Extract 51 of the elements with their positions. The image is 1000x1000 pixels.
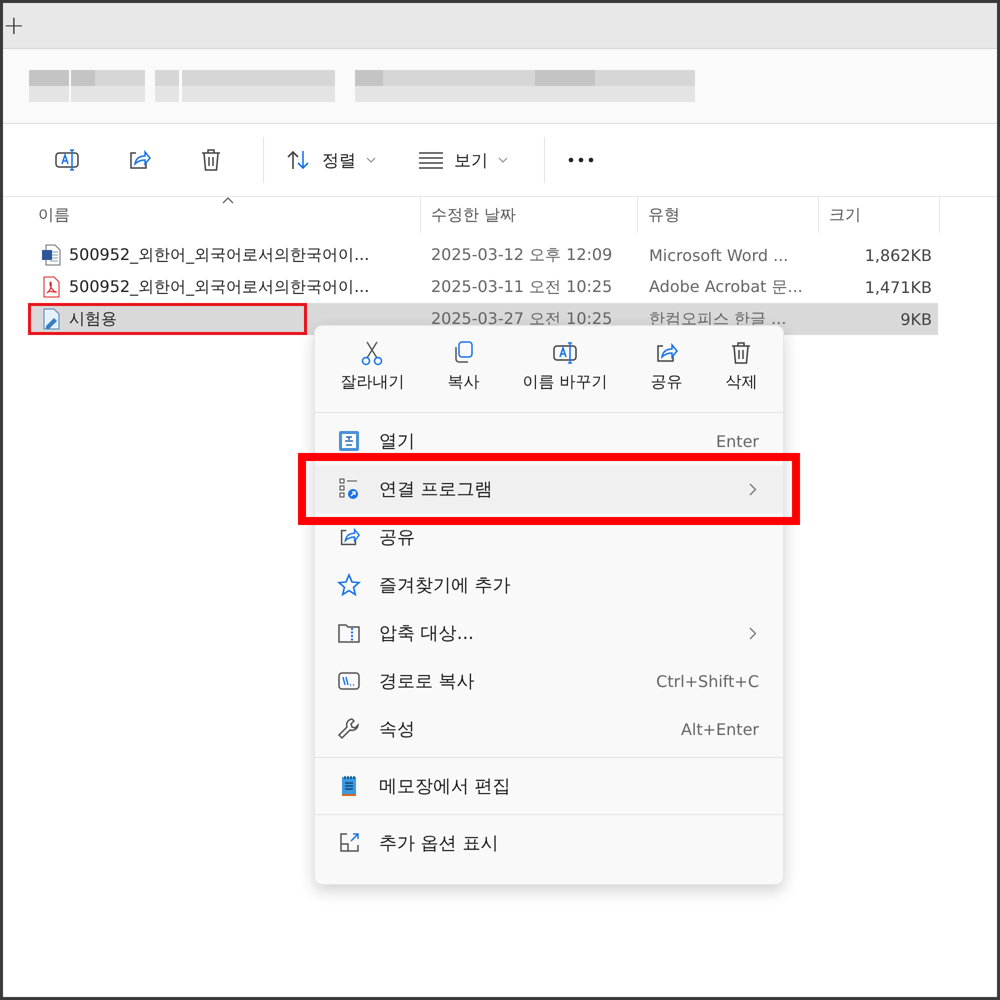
- sort-caret-icon: [222, 197, 234, 204]
- wrench-icon: [337, 717, 361, 741]
- copy-button[interactable]: 복사: [443, 340, 484, 412]
- menu-item[interactable]: 공유: [315, 513, 783, 561]
- menu-item[interactable]: 추가 옵션 표시: [315, 819, 783, 867]
- delete-button[interactable]: 삭제: [721, 340, 762, 412]
- sort-button[interactable]: 정렬: [272, 140, 390, 180]
- shortcut-text: Enter: [716, 432, 760, 450]
- file-name: 500952_외한어_외국어로서의한국어이...: [69, 244, 370, 266]
- date-cell: 2025-03-12 오후 12:09: [431, 244, 612, 266]
- caret-icon: [366, 157, 376, 163]
- size-cell: 9KB: [900, 310, 932, 328]
- list-icon: [418, 151, 444, 169]
- menu-item[interactable]: 경로로 복사 Ctrl+Shift+C: [315, 657, 783, 705]
- more-icon: [568, 157, 594, 163]
- date-cell: 2025-03-11 오전 10:25: [431, 276, 612, 298]
- file-row[interactable]: 500952_외한어_외국어로서의한국어이... 2025-03-12 오후 12:09 Microsoft Word ... 1,862KB: [28, 239, 938, 271]
- size-cell: 1,471KB: [864, 278, 932, 296]
- column-header[interactable]: 크기: [819, 197, 940, 233]
- column-header[interactable]: 유형: [638, 197, 819, 233]
- document-icon: [337, 429, 361, 453]
- rename-icon: [552, 340, 578, 366]
- menu-item[interactable]: 즐겨찾기에 추가: [315, 561, 783, 609]
- menu-item[interactable]: 속성 Alt+Enter: [315, 705, 783, 753]
- new-tab-button[interactable]: +: [3, 12, 25, 38]
- word-document-icon: [41, 244, 61, 266]
- pdf-document-icon: [41, 276, 61, 298]
- file-name: 시험용: [69, 308, 117, 330]
- menu-item[interactable]: 연결 프로그램: [315, 465, 783, 513]
- shortcut-text: Alt+Enter: [680, 720, 760, 738]
- type-cell: Microsoft Word ...: [649, 246, 788, 264]
- rename-button[interactable]: 이름 바꾸기: [518, 340, 612, 412]
- size-cell: 1,862KB: [864, 246, 932, 264]
- file-row[interactable]: 500952_외한어_외국어로서의한국어이... 2025-03-11 오전 10:25 Adobe Acrobat 문... 1,471KB: [28, 271, 938, 303]
- caret-icon: [498, 157, 508, 163]
- menu-item[interactable]: 메모장에서 편집: [315, 762, 783, 810]
- menu-item[interactable]: 열기 Enter: [315, 417, 783, 465]
- type-cell: Adobe Acrobat 문...: [649, 276, 803, 298]
- scissors-icon: [360, 340, 384, 366]
- shortcut-text: Ctrl+Shift+C: [656, 672, 760, 690]
- menu-item[interactable]: 압축 대상...: [315, 609, 783, 657]
- document-icon: [41, 308, 61, 330]
- star-icon: [337, 573, 361, 597]
- column-header[interactable]: 수정한 날짜: [421, 197, 638, 233]
- app-list-icon: [337, 477, 361, 501]
- column-header[interactable]: 이름: [28, 197, 421, 233]
- file-name: 500952_외한어_외국어로서의한국어이...: [69, 276, 370, 298]
- share-button[interactable]: 공유: [646, 340, 686, 412]
- rename-icon: [54, 147, 80, 173]
- cut-button[interactable]: 잘라내기: [336, 340, 408, 412]
- view-button[interactable]: 보기: [404, 140, 522, 180]
